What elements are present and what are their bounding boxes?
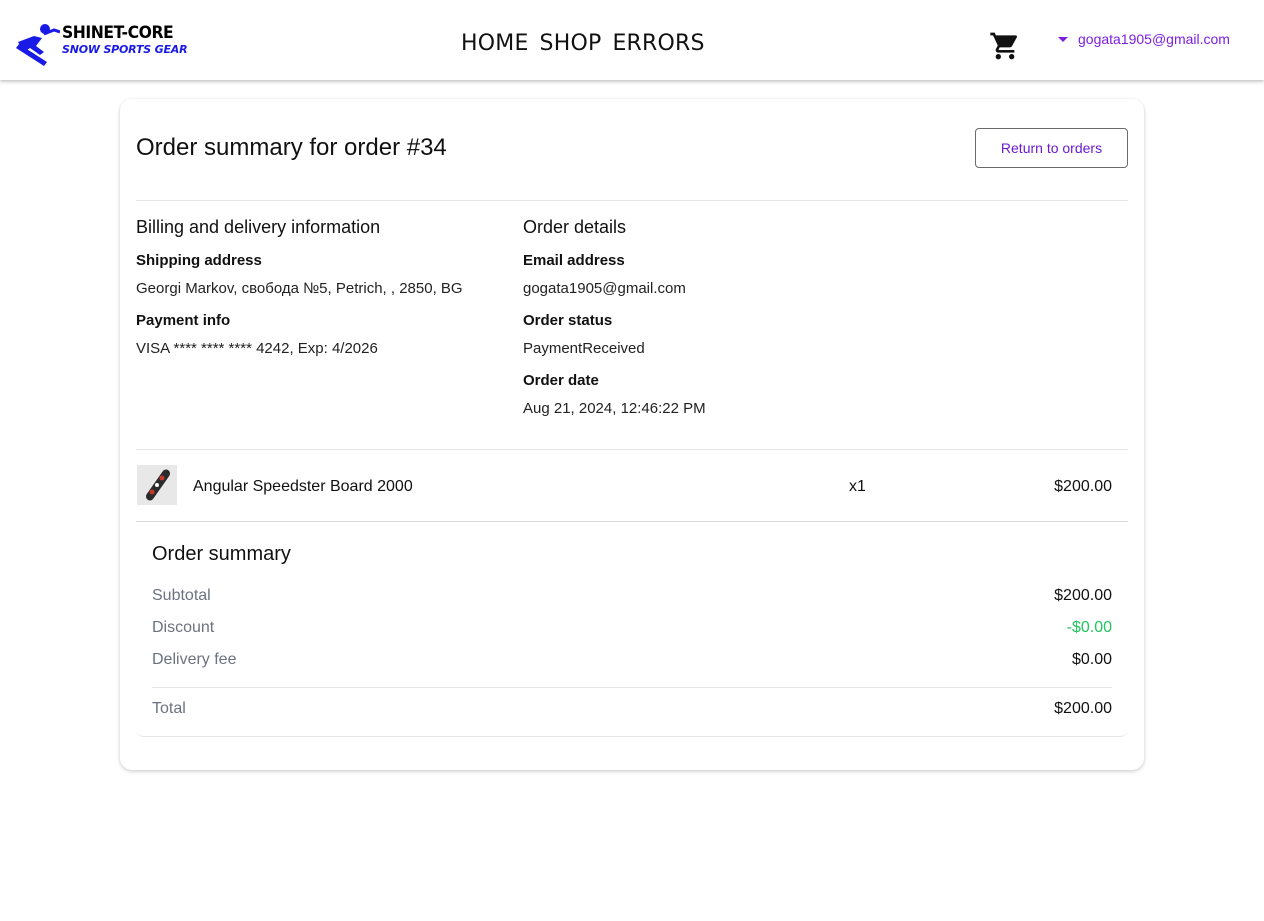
caret-down-icon xyxy=(1058,36,1068,42)
nav-home[interactable]: HOME xyxy=(461,31,529,56)
divider xyxy=(152,687,1112,688)
shipping-address-label: Shipping address xyxy=(136,252,262,269)
email-address-label: Email address xyxy=(523,252,625,269)
subtotal-label: Subtotal xyxy=(152,587,211,604)
total-label: Total xyxy=(152,700,186,717)
discount-row: Discount -$0.00 xyxy=(152,619,1112,637)
return-to-orders-button[interactable]: Return to orders xyxy=(975,128,1128,168)
order-status-value: PaymentReceived xyxy=(523,340,645,357)
brand-tagline: SNOW SPORTS GEAR xyxy=(62,43,188,56)
page-title: Order summary for order #34 xyxy=(136,134,447,161)
subtotal-row: Subtotal $200.00 xyxy=(152,587,1112,605)
total-row: Total $200.00 xyxy=(152,700,1112,718)
snowboarder-logo-icon xyxy=(16,24,60,66)
delivery-fee-row: Delivery fee $0.00 xyxy=(152,651,1112,669)
summary-title: Order summary xyxy=(152,543,291,565)
divider xyxy=(136,449,1128,450)
user-email: gogata1905@gmail.com xyxy=(1078,31,1230,47)
order-card: Order summary for order #34 Return to or… xyxy=(120,99,1144,770)
email-address-value: gogata1905@gmail.com xyxy=(523,280,686,297)
payment-info-label: Payment info xyxy=(136,312,231,329)
total-value: $200.00 xyxy=(1054,700,1112,717)
snowboard-image-icon xyxy=(137,465,177,505)
brand-logo[interactable]: SHINET-CORE SNOW SPORTS GEAR xyxy=(14,20,188,68)
nav-shop[interactable]: SHOP xyxy=(540,31,602,56)
order-date-value: Aug 21, 2024, 12:46:22 PM xyxy=(523,400,706,417)
order-status-label: Order status xyxy=(523,312,613,329)
product-thumbnail[interactable] xyxy=(137,465,177,505)
order-summary-panel: Order summary Subtotal $200.00 Discount … xyxy=(136,522,1128,737)
shipping-address-value: Georgi Markov, свобода №5, Petrich, , 28… xyxy=(136,280,463,297)
discount-value: -$0.00 xyxy=(1066,619,1112,636)
nav-errors[interactable]: ERRORS xyxy=(612,31,704,56)
divider xyxy=(136,200,1128,201)
top-toolbar: SHINET-CORE SNOW SPORTS GEAR HOME SHOP E… xyxy=(0,0,1264,80)
payment-info-value: VISA **** **** **** 4242, Exp: 4/2026 xyxy=(136,340,378,357)
cart-button[interactable] xyxy=(989,30,1021,62)
delivery-fee-label: Delivery fee xyxy=(152,651,237,668)
user-menu[interactable]: gogata1905@gmail.com xyxy=(1058,31,1230,47)
product-quantity: x1 xyxy=(849,478,866,495)
main-nav: HOME SHOP ERRORS xyxy=(461,31,705,56)
brand-name: SHINET-CORE xyxy=(62,23,174,43)
order-details-heading: Order details xyxy=(523,217,627,237)
product-name[interactable]: Angular Speedster Board 2000 xyxy=(193,478,413,496)
order-date-label: Order date xyxy=(523,372,599,389)
delivery-fee-value: $0.00 xyxy=(1071,651,1112,668)
product-price: $200.00 xyxy=(1054,478,1112,495)
billing-heading: Billing and delivery information xyxy=(136,217,381,237)
discount-label: Discount xyxy=(152,619,215,636)
subtotal-value: $200.00 xyxy=(1054,587,1112,604)
shopping-cart-icon xyxy=(990,32,1018,60)
